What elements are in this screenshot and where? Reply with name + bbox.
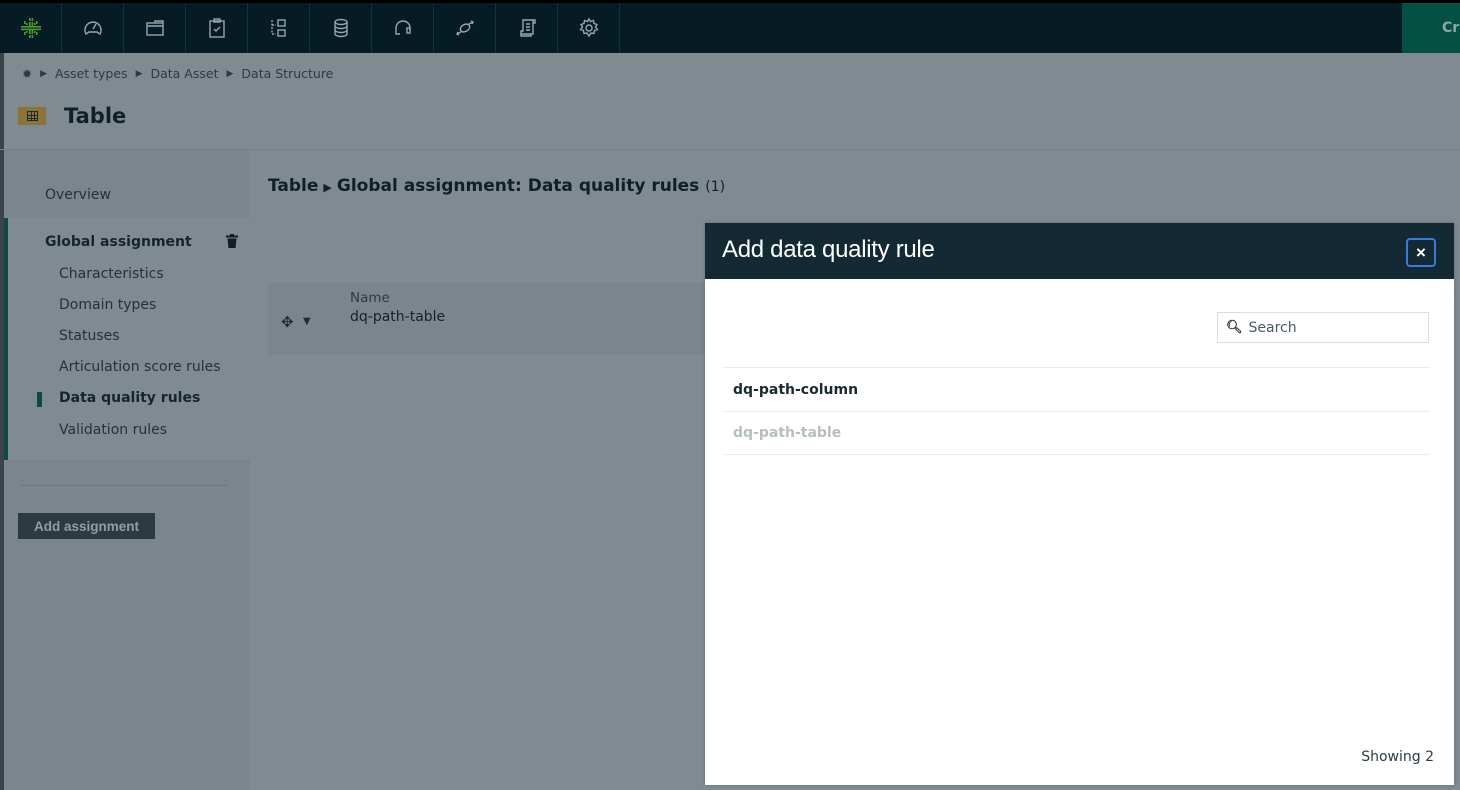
nav-support[interactable] — [372, 3, 434, 53]
rule-list: dq-path-column dq-path-table — [723, 367, 1430, 455]
nav-tasks[interactable] — [186, 3, 248, 53]
nav-hierarchy[interactable] — [248, 3, 310, 53]
table-icon — [18, 107, 46, 125]
dashboard-icon — [83, 21, 102, 36]
breadcrumb: ✹ ▶ Asset types ▶ Data Asset ▶ Data Stru… — [22, 66, 333, 81]
close-button[interactable]: × — [1406, 238, 1436, 267]
search-icon: 🔍︎ — [1226, 320, 1243, 335]
settings-gear-icon[interactable]: ✹ — [22, 67, 32, 81]
scroll-icon — [519, 19, 536, 37]
list-item: dq-path-table — [723, 411, 1430, 455]
breadcrumb-asset-types[interactable]: Asset types — [55, 66, 128, 81]
page-title: Table — [64, 104, 127, 128]
heading-count: (1) — [705, 179, 726, 195]
gear-icon — [578, 17, 599, 38]
table-row: ✥ ▼ Name dq-path-table — [268, 283, 713, 355]
sidebar-item-validation-rules[interactable]: Validation rules — [59, 422, 167, 438]
clipboard-check-icon — [208, 18, 225, 38]
page-title-row: Table — [18, 104, 126, 128]
caret-down-icon[interactable]: ▼ — [303, 316, 311, 327]
nav-database[interactable] — [310, 3, 372, 53]
move-icon[interactable]: ✥ — [281, 313, 294, 331]
nav-exchange[interactable] — [434, 3, 496, 53]
result-count: Showing 2 — [1361, 749, 1434, 765]
breadcrumb-data-structure[interactable]: Data Structure — [241, 66, 333, 81]
breadcrumb-data-asset[interactable]: Data Asset — [150, 66, 218, 81]
add-assignment-button[interactable]: Add assignment — [18, 513, 155, 539]
headset-icon — [394, 20, 411, 35]
sidebar-group-title[interactable]: Global assignment — [45, 234, 192, 250]
create-button[interactable]: Cr — [1402, 3, 1460, 53]
list-item[interactable]: dq-path-column — [723, 367, 1430, 411]
modal-title: Add data quality rule — [722, 236, 935, 263]
add-rule-modal: Add data quality rule × 🔍︎ dq-path-colum… — [705, 223, 1454, 785]
sidebar-item-data-quality-rules[interactable]: Data quality rules — [59, 390, 200, 406]
top-navigation: Cr — [0, 0, 1460, 53]
nav-reports[interactable] — [496, 3, 558, 53]
hierarchy-icon — [270, 19, 286, 37]
sidebar-item-overview[interactable]: Overview — [4, 150, 250, 218]
search-field[interactable]: 🔍︎ — [1217, 312, 1429, 343]
database-icon — [333, 18, 348, 38]
column-label: Name — [350, 290, 390, 306]
crumb-separator-icon: ▶ — [135, 68, 143, 79]
sidebar-item-statuses[interactable]: Statuses — [59, 328, 120, 344]
sidebar-item-label: Overview — [45, 187, 111, 203]
column-value: dq-path-table — [350, 309, 446, 325]
sidebar-item-characteristics[interactable]: Characteristics — [59, 266, 164, 282]
nav-dashboard[interactable] — [62, 3, 124, 53]
active-indicator — [37, 392, 42, 407]
trash-icon[interactable] — [226, 234, 238, 248]
crumb-separator-icon: ▶ — [226, 68, 234, 79]
nav-settings[interactable] — [558, 3, 620, 53]
heading-table: Table — [268, 176, 319, 196]
sidebar-item-domain-types[interactable]: Domain types — [59, 297, 156, 313]
sidebar-item-articulation-score-rules[interactable]: Articulation score rules — [59, 359, 221, 375]
folder-icon — [145, 20, 164, 36]
top-edge — [0, 0, 1460, 3]
search-input[interactable] — [1248, 319, 1419, 336]
exchange-icon — [455, 20, 474, 36]
heading-title: Global assignment: Data quality rules — [336, 176, 700, 196]
close-icon: × — [1416, 242, 1426, 262]
nav-folder[interactable] — [124, 3, 186, 53]
heading-separator-icon: ▶ — [323, 181, 332, 194]
crumb-separator-icon: ▶ — [40, 68, 47, 79]
nav-logo[interactable] — [0, 3, 62, 53]
logo-icon — [20, 18, 41, 38]
sidebar-divider — [20, 485, 228, 486]
modal-header: Add data quality rule × — [705, 223, 1454, 279]
section-heading: Table ▶ Global assignment: Data quality ru… — [268, 176, 725, 196]
